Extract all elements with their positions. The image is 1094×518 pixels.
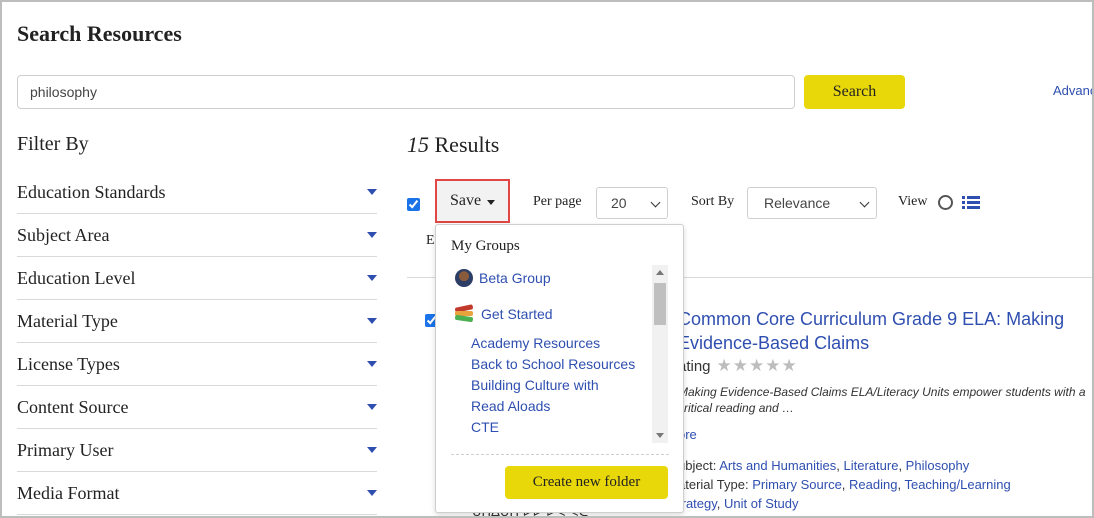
filter-label: Subject Area bbox=[17, 224, 110, 245]
material-link[interactable]: Unit of Study bbox=[724, 496, 798, 511]
stack-icon bbox=[454, 304, 475, 323]
sort-by-select[interactable]: Relevance bbox=[747, 187, 877, 219]
create-new-folder-button[interactable]: Create new folder bbox=[505, 466, 668, 499]
filter-material-type[interactable]: Material Type bbox=[17, 300, 377, 343]
app-frame: Search Resources Search Advanced Filter … bbox=[0, 0, 1094, 518]
results-count: 15 Results bbox=[407, 132, 500, 157]
caret-down-icon bbox=[367, 404, 377, 410]
subject-link[interactable]: Philosophy bbox=[906, 458, 970, 473]
chevron-down-icon bbox=[859, 197, 870, 208]
filter-content-source[interactable]: Content Source bbox=[17, 386, 377, 429]
my-groups-heading: My Groups bbox=[451, 238, 520, 254]
advanced-search-link[interactable]: Advanced bbox=[1053, 83, 1092, 98]
sort-by-label: Sort By bbox=[691, 194, 735, 209]
scroll-down-icon[interactable] bbox=[656, 433, 664, 438]
subject-link[interactable]: Literature bbox=[844, 458, 899, 473]
filter-list: Education Standards Subject Area Educati… bbox=[17, 171, 377, 515]
filter-label: License Types bbox=[17, 353, 120, 374]
folder-item[interactable]: Read Aloads bbox=[471, 396, 550, 417]
caret-down-icon bbox=[367, 232, 377, 238]
material-link[interactable]: Primary Source bbox=[752, 477, 842, 492]
filter-license-types[interactable]: License Types bbox=[17, 343, 377, 386]
filter-label: Media Format bbox=[17, 482, 120, 503]
folder-item[interactable]: Back to School Resources bbox=[471, 354, 635, 375]
filter-subject-area[interactable]: Subject Area bbox=[17, 214, 377, 257]
avatar-icon bbox=[455, 269, 473, 287]
folder-item[interactable]: Academy Resources bbox=[471, 333, 600, 354]
group-item-beta[interactable]: Beta Group bbox=[455, 269, 551, 287]
caret-down-icon bbox=[487, 199, 496, 205]
material-type-line: aterial Type: Primary Source, Reading, T… bbox=[678, 477, 1011, 492]
export-label-fragment: E bbox=[426, 233, 435, 248]
caret-down-icon bbox=[367, 490, 377, 496]
scrollbar-thumb[interactable] bbox=[654, 283, 666, 325]
save-dropdown-menu: My Groups Beta Group Get Started Academy… bbox=[435, 224, 684, 513]
filter-label: Education Standards bbox=[17, 181, 166, 202]
dropdown-separator bbox=[451, 454, 669, 455]
select-all-checkbox[interactable] bbox=[407, 198, 420, 211]
material-link[interactable]: Teaching/Learning bbox=[904, 477, 1010, 492]
search-input[interactable] bbox=[17, 75, 795, 109]
folder-item[interactable]: CTE bbox=[471, 417, 499, 438]
subject-line: ubject: Arts and Humanities, Literature,… bbox=[678, 458, 970, 473]
caret-down-icon bbox=[367, 447, 377, 453]
material-link[interactable]: Reading bbox=[849, 477, 897, 492]
filter-label: Education Level bbox=[17, 267, 136, 288]
folder-item[interactable]: D bbox=[471, 438, 481, 443]
material-type-line-2: trategy, Unit of Study bbox=[678, 496, 799, 511]
chevron-down-icon bbox=[650, 197, 661, 208]
caret-down-icon bbox=[367, 318, 377, 324]
folder-item[interactable]: Building Culture with bbox=[471, 375, 599, 396]
view-label: View bbox=[898, 194, 928, 209]
filter-primary-user[interactable]: Primary User bbox=[17, 429, 377, 472]
per-page-select[interactable]: 20 bbox=[596, 187, 668, 219]
subject-link[interactable]: Arts and Humanities bbox=[719, 458, 836, 473]
groups-scroll-list: Beta Group Get Started Academy Resources… bbox=[436, 263, 668, 443]
filter-label: Primary User bbox=[17, 439, 114, 460]
result-description: Making Evidence-Based Claims ELA/Literac… bbox=[678, 385, 1086, 415]
filter-title: Filter By bbox=[17, 133, 89, 155]
filter-education-level[interactable]: Education Level bbox=[17, 257, 377, 300]
rating: ating ★★★★★ bbox=[678, 356, 798, 376]
group-item-get-started[interactable]: Get Started bbox=[454, 304, 553, 323]
star-rating-icon[interactable]: ★★★★★ bbox=[717, 356, 798, 376]
search-button[interactable]: Search bbox=[804, 75, 905, 109]
list-view-icon[interactable] bbox=[962, 195, 980, 210]
filter-label: Content Source bbox=[17, 396, 129, 417]
save-button[interactable]: Save bbox=[435, 179, 510, 223]
caret-down-icon bbox=[367, 361, 377, 367]
filter-label: Material Type bbox=[17, 310, 118, 331]
caret-down-icon bbox=[367, 275, 377, 281]
scrollbar[interactable] bbox=[652, 265, 668, 443]
page-title: Search Resources bbox=[17, 21, 182, 46]
grid-view-icon[interactable] bbox=[938, 195, 953, 210]
caret-down-icon bbox=[367, 189, 377, 195]
scroll-up-icon[interactable] bbox=[656, 270, 664, 275]
per-page-label: Per page bbox=[533, 194, 582, 209]
result-title-link[interactable]: Common Core Curriculum Grade 9 ELA: Maki… bbox=[678, 307, 1088, 355]
filter-education-standards[interactable]: Education Standards bbox=[17, 171, 377, 214]
filter-media-format[interactable]: Media Format bbox=[17, 472, 377, 515]
